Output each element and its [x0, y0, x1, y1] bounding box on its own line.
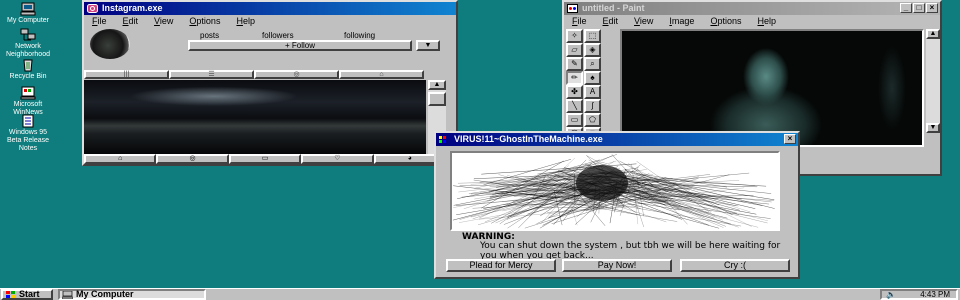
paint-canvas-area — [620, 29, 924, 147]
line-icon[interactable]: ╲ — [566, 99, 583, 113]
desktop-icon-recycle-bin[interactable]: Recycle Bin — [2, 58, 54, 81]
scroll-thumb[interactable] — [428, 92, 446, 106]
paint-menubar: File Edit View Image Options Help — [564, 15, 940, 27]
profile-tabs: ||| ☰ ◎ ⌂ — [84, 70, 424, 79]
paint-toolbox: ✧ ⬚ ▱ ◈ ✎ ⌕ ✏ ♠ ✤ A ╲ ∫ ▭ ⬠ ◯ ▢ — [564, 29, 618, 147]
clock[interactable]: 4:43 PM — [920, 290, 950, 299]
menu-help[interactable]: Help — [236, 15, 255, 27]
network-icon — [20, 28, 36, 41]
free-select-icon[interactable]: ✧ — [566, 29, 583, 43]
menu-edit[interactable]: Edit — [603, 15, 619, 27]
close-button[interactable]: × — [926, 3, 938, 13]
scroll-up-button[interactable]: ▲ — [428, 80, 446, 90]
desktop-icon-my-computer[interactable]: My Computer — [2, 2, 54, 25]
minimize-button[interactable]: _ — [900, 3, 912, 13]
pay-now-button[interactable]: Pay Now! — [562, 259, 672, 272]
ghost-scribble-image — [450, 151, 780, 231]
taskbar-item-my-computer[interactable]: My Computer — [58, 289, 206, 300]
system-tray: 🔈 4:43 PM — [880, 289, 958, 300]
windows-logo-icon — [6, 291, 15, 298]
following-label: following — [344, 31, 376, 40]
pencil-icon[interactable]: ✏ — [566, 71, 583, 85]
tab-list[interactable]: ☰ — [169, 70, 254, 79]
menu-help[interactable]: Help — [757, 15, 776, 27]
picker-icon[interactable]: ✎ — [566, 57, 583, 71]
warning-icon — [439, 136, 446, 143]
rect-select-icon[interactable]: ⬚ — [584, 29, 601, 43]
plead-for-mercy-button[interactable]: Plead for Mercy — [446, 259, 556, 272]
warning-message: You can shut down the system , but tbh w… — [480, 241, 781, 261]
recycle-bin-icon — [23, 59, 33, 72]
follow-dropdown-button[interactable]: ▼ — [416, 40, 440, 51]
desktop-icon-label: Recycle Bin — [9, 73, 47, 80]
magnifier-icon[interactable]: ⌕ — [584, 57, 601, 71]
virus-title: VIRUS!11~GhostInTheMachine.exe — [454, 134, 603, 144]
desktop-icon-label: My Computer — [6, 17, 49, 24]
virus-dialog: VIRUS!11~GhostInTheMachine.exe × WARNING… — [434, 131, 800, 279]
follow-button[interactable]: + Follow — [188, 40, 412, 51]
desktop-icon-network[interactable]: Network Neighborhood — [2, 28, 54, 59]
followers-label: followers — [262, 31, 294, 40]
computer-icon — [20, 2, 36, 16]
computer-icon — [62, 291, 73, 299]
speaker-icon[interactable]: 🔈 — [886, 291, 896, 299]
rectangle-icon[interactable]: ▭ — [566, 113, 583, 127]
profile-header: posts followers following + Follow ▼ — [84, 27, 456, 65]
start-button[interactable]: Start — [1, 289, 53, 300]
vertical-scrollbar[interactable]: ▲ ▼ — [926, 29, 940, 133]
paint-title: untitled - Paint — [582, 3, 645, 13]
paint-canvas[interactable] — [622, 31, 922, 145]
winnews-icon — [20, 86, 36, 100]
paint-icon — [567, 4, 578, 13]
tab-igtv[interactable]: ◎ — [254, 70, 339, 79]
scroll-up-button[interactable]: ▲ — [926, 29, 940, 39]
fill-icon[interactable]: ◈ — [584, 43, 601, 57]
post-photo[interactable] — [84, 80, 426, 154]
brush-icon[interactable]: ♠ — [584, 71, 601, 85]
taskbar: Start My Computer 🔈 4:43 PM — [0, 288, 960, 300]
tab-tagged[interactable]: ⌂ — [339, 70, 424, 79]
search-icon[interactable]: ◎ — [156, 154, 229, 164]
menu-view[interactable]: View — [634, 15, 653, 27]
menu-file[interactable]: File — [92, 15, 107, 27]
menu-options[interactable]: Options — [189, 15, 220, 27]
instagram-titlebar[interactable]: Instagram.exe — [84, 2, 456, 15]
desktop-icon-release-notes[interactable]: Windows 95 Beta Release Notes — [2, 114, 54, 153]
scribble-drawing — [452, 154, 775, 229]
taskbar-item-label: My Computer — [76, 289, 134, 299]
instagram-menubar: File Edit View Options Help — [84, 15, 456, 27]
paint-titlebar[interactable]: untitled - Paint _ □ × — [564, 2, 940, 15]
instagram-window: Instagram.exe File Edit View Options Hel… — [82, 0, 458, 166]
menu-view[interactable]: View — [154, 15, 173, 27]
heart-icon[interactable]: ♡ — [301, 154, 374, 164]
scroll-down-button[interactable]: ▼ — [926, 123, 940, 133]
airbrush-icon[interactable]: ✤ — [566, 85, 583, 99]
menu-options[interactable]: Options — [710, 15, 741, 27]
virus-titlebar[interactable]: VIRUS!11~GhostInTheMachine.exe × — [436, 133, 798, 146]
menu-image[interactable]: Image — [669, 15, 694, 27]
desktop-icon-winnews[interactable]: Microsoft WinNews — [2, 86, 54, 117]
instagram-title: Instagram.exe — [102, 3, 163, 13]
maximize-button[interactable]: □ — [913, 3, 925, 13]
start-label: Start — [19, 289, 40, 299]
polygon-icon[interactable]: ⬠ — [584, 113, 601, 127]
text-icon[interactable]: A — [584, 85, 601, 99]
menu-file[interactable]: File — [572, 15, 587, 27]
cry-button[interactable]: Cry :( — [680, 259, 790, 272]
posts-label: posts — [200, 31, 220, 40]
add-post-icon[interactable]: ▭ — [228, 154, 302, 164]
desktop-icon-label: Network Neighborhood — [6, 43, 50, 58]
menu-edit[interactable]: Edit — [123, 15, 139, 27]
close-button[interactable]: × — [784, 134, 796, 144]
tab-grid[interactable]: ||| — [84, 70, 169, 79]
bottom-nav: ⌂ ◎ ▭ ♡ ◕ — [84, 154, 447, 164]
instagram-icon — [87, 4, 98, 13]
eraser-icon[interactable]: ▱ — [566, 43, 583, 57]
home-icon[interactable]: ⌂ — [84, 154, 157, 164]
notes-icon — [22, 114, 34, 128]
avatar[interactable] — [90, 29, 130, 59]
desktop-icon-label: Windows 95 Beta Release Notes — [6, 129, 50, 152]
curve-icon[interactable]: ∫ — [584, 99, 601, 113]
